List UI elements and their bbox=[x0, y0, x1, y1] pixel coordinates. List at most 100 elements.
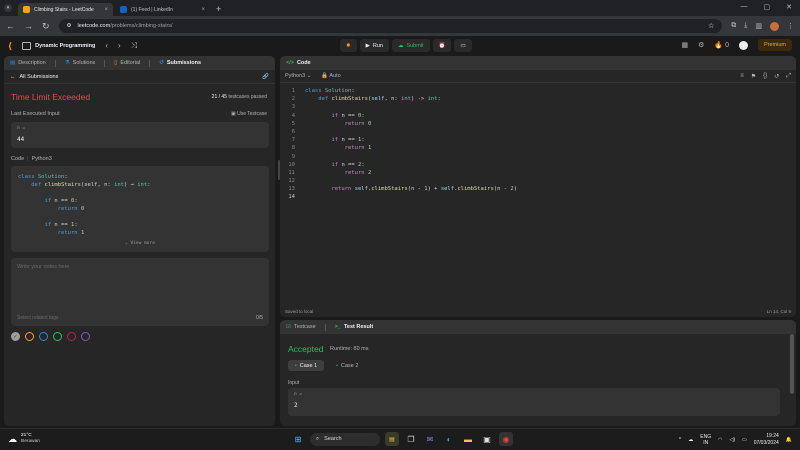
all-submissions-link[interactable]: ← All Submissions 🔗 bbox=[4, 70, 275, 84]
code-editor[interactable]: 1 class Solution: 2 def climbStairs(self,… bbox=[280, 84, 796, 294]
date: 07/03/2024 bbox=[753, 439, 779, 446]
tab-testcase[interactable]: ☑ Testcase bbox=[286, 324, 316, 330]
url-host: leetcode.com bbox=[77, 23, 111, 29]
tab-editorial[interactable]: ▯ Editorial bbox=[114, 60, 140, 66]
reset-code-icon[interactable]: ↺ bbox=[774, 73, 779, 80]
premium-button[interactable]: Premium bbox=[757, 39, 792, 51]
clock[interactable]: 19:24 07/03/2024 bbox=[754, 433, 779, 446]
autocomplete-toggle[interactable]: 🔒 Auto bbox=[321, 73, 340, 79]
divider bbox=[104, 59, 106, 67]
browser-tab-leetcode[interactable]: Climbing Stairs - LeetCode × bbox=[18, 3, 113, 16]
maximize-icon[interactable]: ▢ bbox=[764, 3, 771, 11]
color-pink[interactable] bbox=[67, 332, 76, 341]
braces-icon[interactable]: {} bbox=[763, 73, 767, 80]
system-tray: ^ ☁ ENG IN ◠ ◁) ▭ 19:24 07/03/2024 🔔 bbox=[679, 433, 792, 446]
profile-avatar[interactable] bbox=[770, 21, 779, 31]
prev-problem-icon[interactable]: ‹ bbox=[105, 41, 108, 51]
reload-icon[interactable]: ↻ bbox=[42, 21, 50, 32]
tab-test-result[interactable]: >_ Test Result bbox=[335, 324, 374, 330]
case-1-tab[interactable]: • Case 1 bbox=[288, 360, 325, 371]
edge-browser-icon[interactable]: ◐ bbox=[442, 432, 456, 446]
tab-description[interactable]: ▤ Description bbox=[10, 60, 46, 66]
color-blue[interactable] bbox=[39, 332, 48, 341]
code-line: return 1 bbox=[57, 230, 85, 236]
shuffle-icon[interactable]: ⤨ bbox=[131, 41, 137, 51]
passed-count: 21 / 45 bbox=[211, 94, 227, 100]
browser-menu-icon[interactable]: ⋮ bbox=[787, 22, 794, 30]
language-select[interactable]: Python3 ⌄ bbox=[285, 73, 311, 79]
tab-submissions[interactable]: ↺ Submissions bbox=[159, 60, 201, 66]
news-widget-icon[interactable]: ▤ bbox=[385, 432, 399, 446]
file-explorer-icon[interactable]: ▬ bbox=[461, 432, 475, 446]
debug-button[interactable]: ✸ bbox=[340, 39, 357, 52]
start-windows-icon[interactable]: ⊞ bbox=[291, 432, 305, 446]
color-green[interactable] bbox=[53, 332, 62, 341]
run-label: Run bbox=[372, 42, 383, 49]
tab-search-icon[interactable]: ▾ bbox=[4, 4, 12, 12]
download-icon[interactable]: ⤓ bbox=[744, 22, 747, 30]
user-avatar[interactable] bbox=[738, 40, 748, 50]
taskbar: ☁ 21°C Berawan ⊞ ⌕ Search ▤ ❐ ✉ ◐ ▬ ▣ ◉ ^ … bbox=[0, 428, 800, 450]
battery-icon[interactable]: ▭ bbox=[742, 437, 747, 443]
store-icon[interactable]: ▣ bbox=[480, 432, 494, 446]
notification-bell-icon[interactable]: 🔔 bbox=[786, 437, 792, 443]
case-2-tab[interactable]: • Case 2 bbox=[329, 360, 365, 371]
use-testcase-button[interactable]: ▣ Use Testcase bbox=[231, 111, 267, 117]
editor-line: 7 if n == 1: bbox=[291, 137, 365, 144]
view-more-button[interactable]: ⌄ View more bbox=[11, 240, 269, 248]
lang-bottom: IN bbox=[703, 439, 709, 446]
bookmark-icon[interactable]: ⚑ bbox=[751, 73, 756, 80]
side-panel-icon[interactable]: ▥ bbox=[755, 22, 762, 30]
close-tab-icon[interactable]: × bbox=[201, 7, 205, 13]
scrollbar[interactable] bbox=[790, 334, 794, 394]
bug-icon: ✸ bbox=[346, 42, 351, 49]
wifi-icon[interactable]: ◠ bbox=[718, 437, 722, 443]
format-code-icon[interactable]: ≡ bbox=[740, 73, 744, 80]
taskbar-search[interactable]: ⌕ Search bbox=[310, 432, 380, 446]
volume-icon[interactable]: ◁) bbox=[729, 437, 735, 443]
task-view-icon[interactable]: ❐ bbox=[404, 432, 418, 446]
chevron-up-icon[interactable]: ^ bbox=[679, 437, 681, 443]
notes-box[interactable]: Write your notes here Select related tag… bbox=[11, 258, 269, 326]
extensions-icon[interactable]: ⧉ bbox=[731, 22, 736, 30]
chevron-down-icon: ⌄ bbox=[125, 241, 128, 246]
note-icon: ▭ bbox=[460, 42, 466, 49]
next-problem-icon[interactable]: › bbox=[118, 41, 121, 51]
minimize-icon[interactable]: — bbox=[741, 3, 748, 11]
site-info-icon[interactable]: ⚙ bbox=[67, 23, 72, 29]
forward-icon[interactable]: → bbox=[24, 21, 33, 31]
share-link-icon[interactable]: 🔗 bbox=[262, 74, 269, 80]
color-purple[interactable] bbox=[81, 332, 90, 341]
address-bar[interactable]: ⚙ leetcode.com/problems/climbing-stairs/… bbox=[58, 19, 723, 33]
weather-widget[interactable]: ☁ 21°C Berawan bbox=[8, 433, 40, 445]
notes-button[interactable]: ▭ bbox=[454, 39, 472, 52]
streak-counter[interactable]: 🔥 0 bbox=[714, 41, 729, 49]
editor-line: 3 bbox=[291, 104, 295, 111]
tab-code[interactable]: </> Code bbox=[286, 60, 311, 66]
leetcode-logo-icon[interactable]: ⟨ bbox=[8, 41, 12, 52]
submit-button[interactable]: ☁ Submit bbox=[391, 39, 430, 52]
layout-icon[interactable]: ▦ bbox=[682, 41, 689, 49]
chat-icon[interactable]: ✉ bbox=[423, 432, 437, 446]
language-indicator[interactable]: ENG IN bbox=[700, 434, 711, 446]
bookmark-star-icon[interactable]: ☆ bbox=[708, 22, 714, 30]
fullscreen-icon[interactable]: ⤢ bbox=[786, 73, 791, 80]
new-tab-button[interactable]: + bbox=[216, 4, 221, 14]
browser-tab-linkedin[interactable]: (1) Feed | LinkedIn × bbox=[115, 3, 210, 16]
chrome-icon[interactable]: ◉ bbox=[499, 432, 513, 446]
close-window-icon[interactable]: ✕ bbox=[786, 3, 792, 11]
settings-icon[interactable]: ⚙ bbox=[698, 41, 704, 49]
color-gray-selected[interactable]: ✓ bbox=[11, 332, 20, 341]
close-tab-icon[interactable]: × bbox=[104, 7, 108, 13]
run-button[interactable]: ▶ Run bbox=[359, 39, 389, 52]
related-tags-select[interactable]: Select related tags bbox=[17, 315, 58, 321]
timer-button[interactable]: ⏰ bbox=[432, 39, 452, 52]
problem-list-title[interactable]: Dynamic Programming bbox=[35, 43, 95, 49]
back-icon[interactable]: ← bbox=[6, 21, 15, 31]
lock-icon: 🔒 bbox=[321, 73, 329, 79]
alarm-icon: ⏰ bbox=[438, 42, 446, 49]
cloud-sync-icon[interactable]: ☁ bbox=[688, 437, 693, 443]
tab-solutions[interactable]: ⚗ Solutions bbox=[65, 60, 96, 66]
color-orange[interactable] bbox=[25, 332, 34, 341]
